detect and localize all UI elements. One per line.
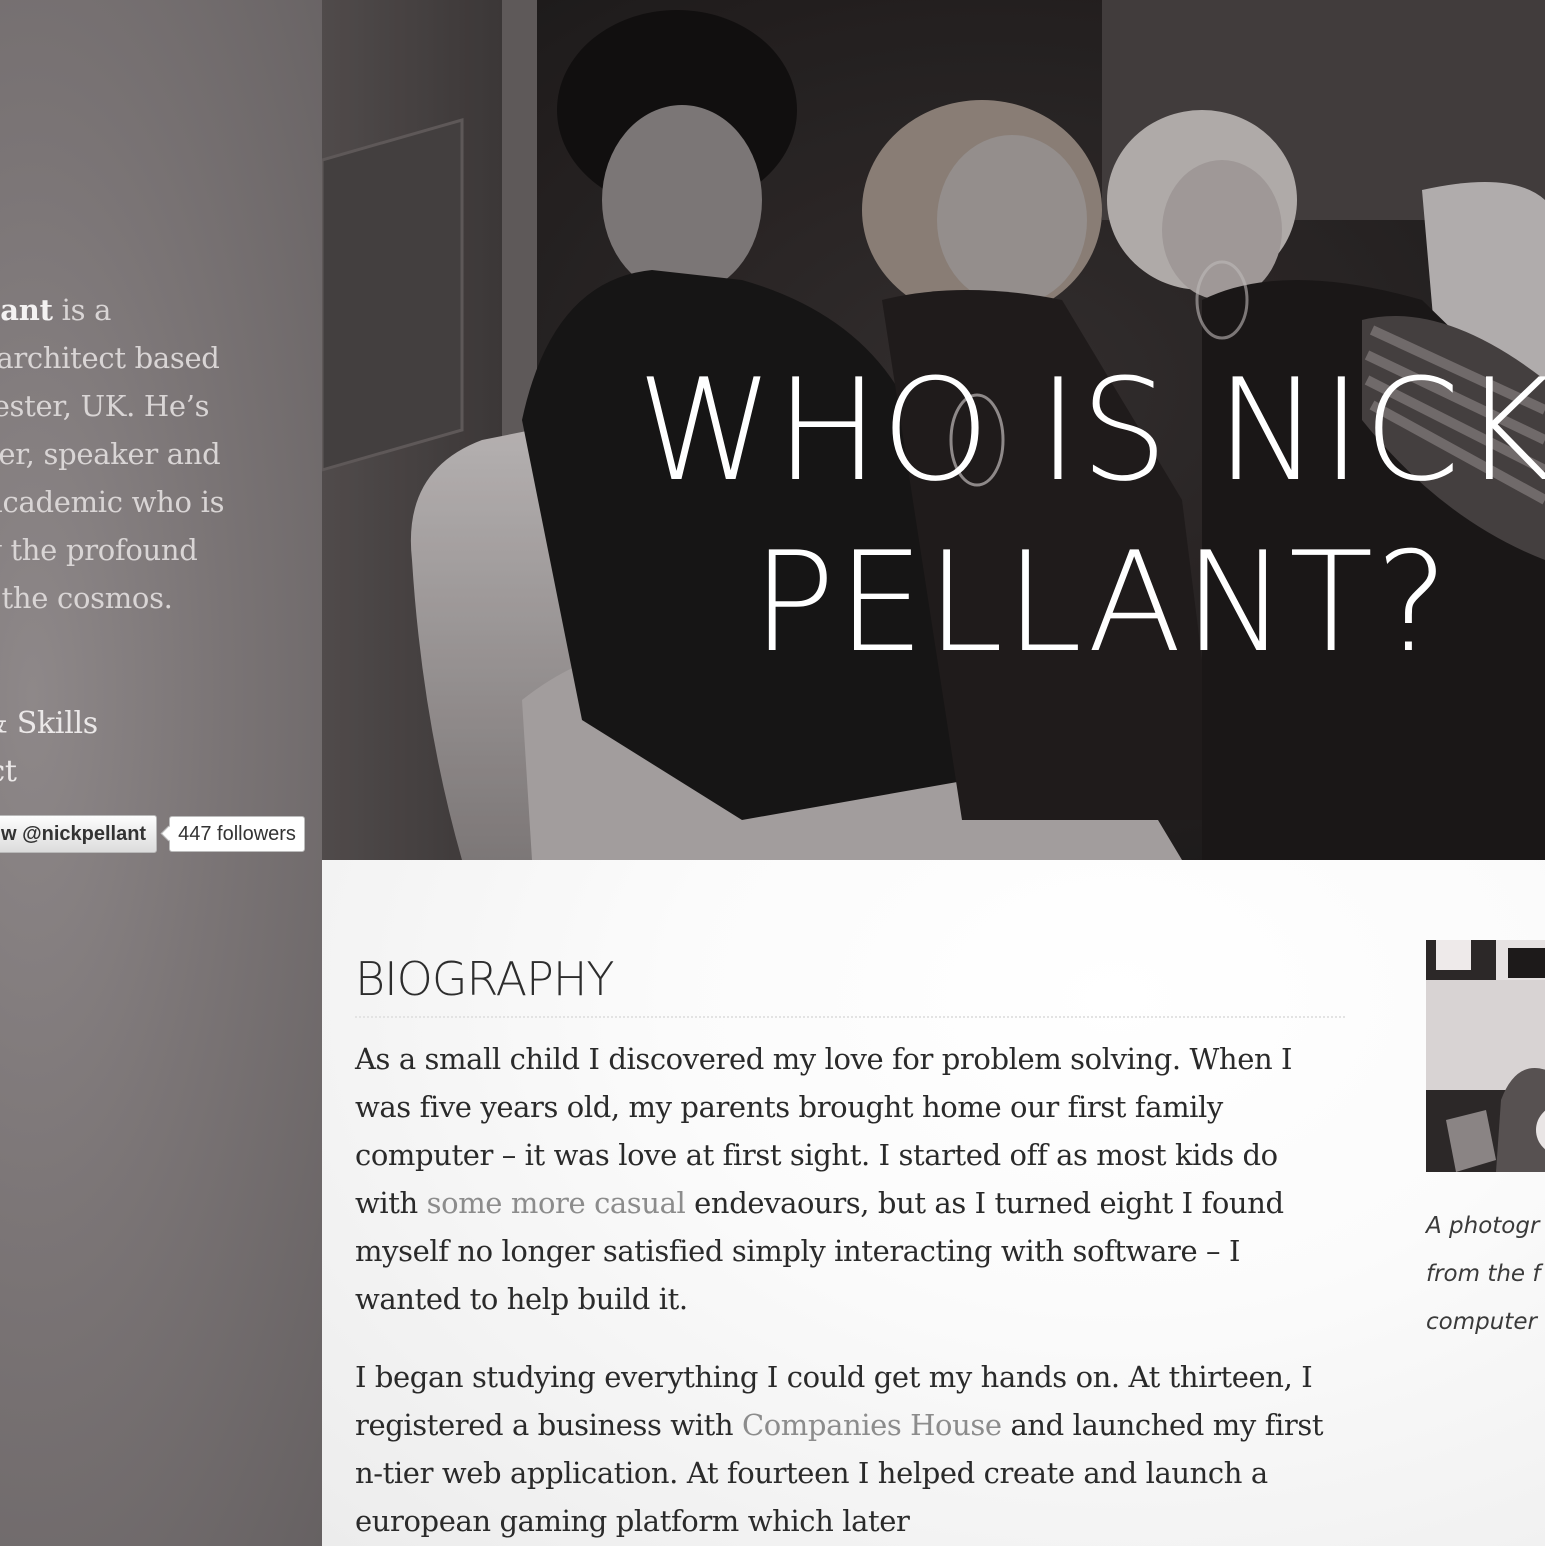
intro-text: Pellant is a are architect based ncheste…	[0, 286, 312, 622]
hero-title-line-1: WHO IS NICK	[637, 348, 1545, 513]
hero-banner: WHO IS NICK PELLANT?	[322, 0, 1545, 860]
caption-line: computer	[1426, 1309, 1537, 1335]
photo-caption: A photogr from the f computer	[1426, 1202, 1545, 1346]
biography-paragraph: As a small child I discovered my love fo…	[355, 1035, 1345, 1323]
hero-title-line-2: PELLANT?	[752, 522, 1451, 683]
main-nav: out rk & Skills ntact	[0, 652, 98, 796]
caption-line: from the f	[1426, 1261, 1541, 1287]
nav-item-about[interactable]: out	[0, 652, 98, 700]
intro-line: are architect based	[0, 341, 220, 375]
nav-item-work-skills[interactable]: rk & Skills	[0, 700, 98, 748]
intro-line: d by the profound	[0, 533, 198, 567]
nav-item-contact[interactable]: ntact	[0, 748, 98, 796]
companies-house-link[interactable]: Companies House	[742, 1408, 1002, 1442]
biography-heading: BIOGRAPHY	[355, 952, 1345, 1018]
childhood-photo	[1426, 940, 1545, 1172]
intro-line: ng academic who is	[0, 485, 225, 519]
follow-label: w @nickpellant	[1, 822, 147, 845]
caption-line: A photogr	[1426, 1213, 1540, 1239]
intro-name: Pellant	[0, 293, 53, 327]
biography-paragraph: I began studying everything I could get …	[355, 1353, 1345, 1545]
intro-line: is a	[52, 293, 112, 327]
intro-line: y of the cosmos.	[0, 581, 173, 615]
sidebar: Pellant is a are architect based ncheste…	[0, 0, 322, 1546]
intro-line: nchester, UK. He’s	[0, 389, 210, 423]
twitter-follow-widget: w @nickpellant 447 followers	[0, 815, 305, 853]
photo-image	[1426, 940, 1545, 1172]
main-content: BIOGRAPHY As a small child I discovered …	[322, 860, 1545, 1546]
twitter-follow-button[interactable]: w @nickpellant	[0, 815, 158, 853]
follower-count[interactable]: 447 followers	[169, 816, 305, 852]
intro-line: writer, speaker and	[0, 437, 221, 471]
casual-link[interactable]: some more casual	[427, 1186, 686, 1220]
